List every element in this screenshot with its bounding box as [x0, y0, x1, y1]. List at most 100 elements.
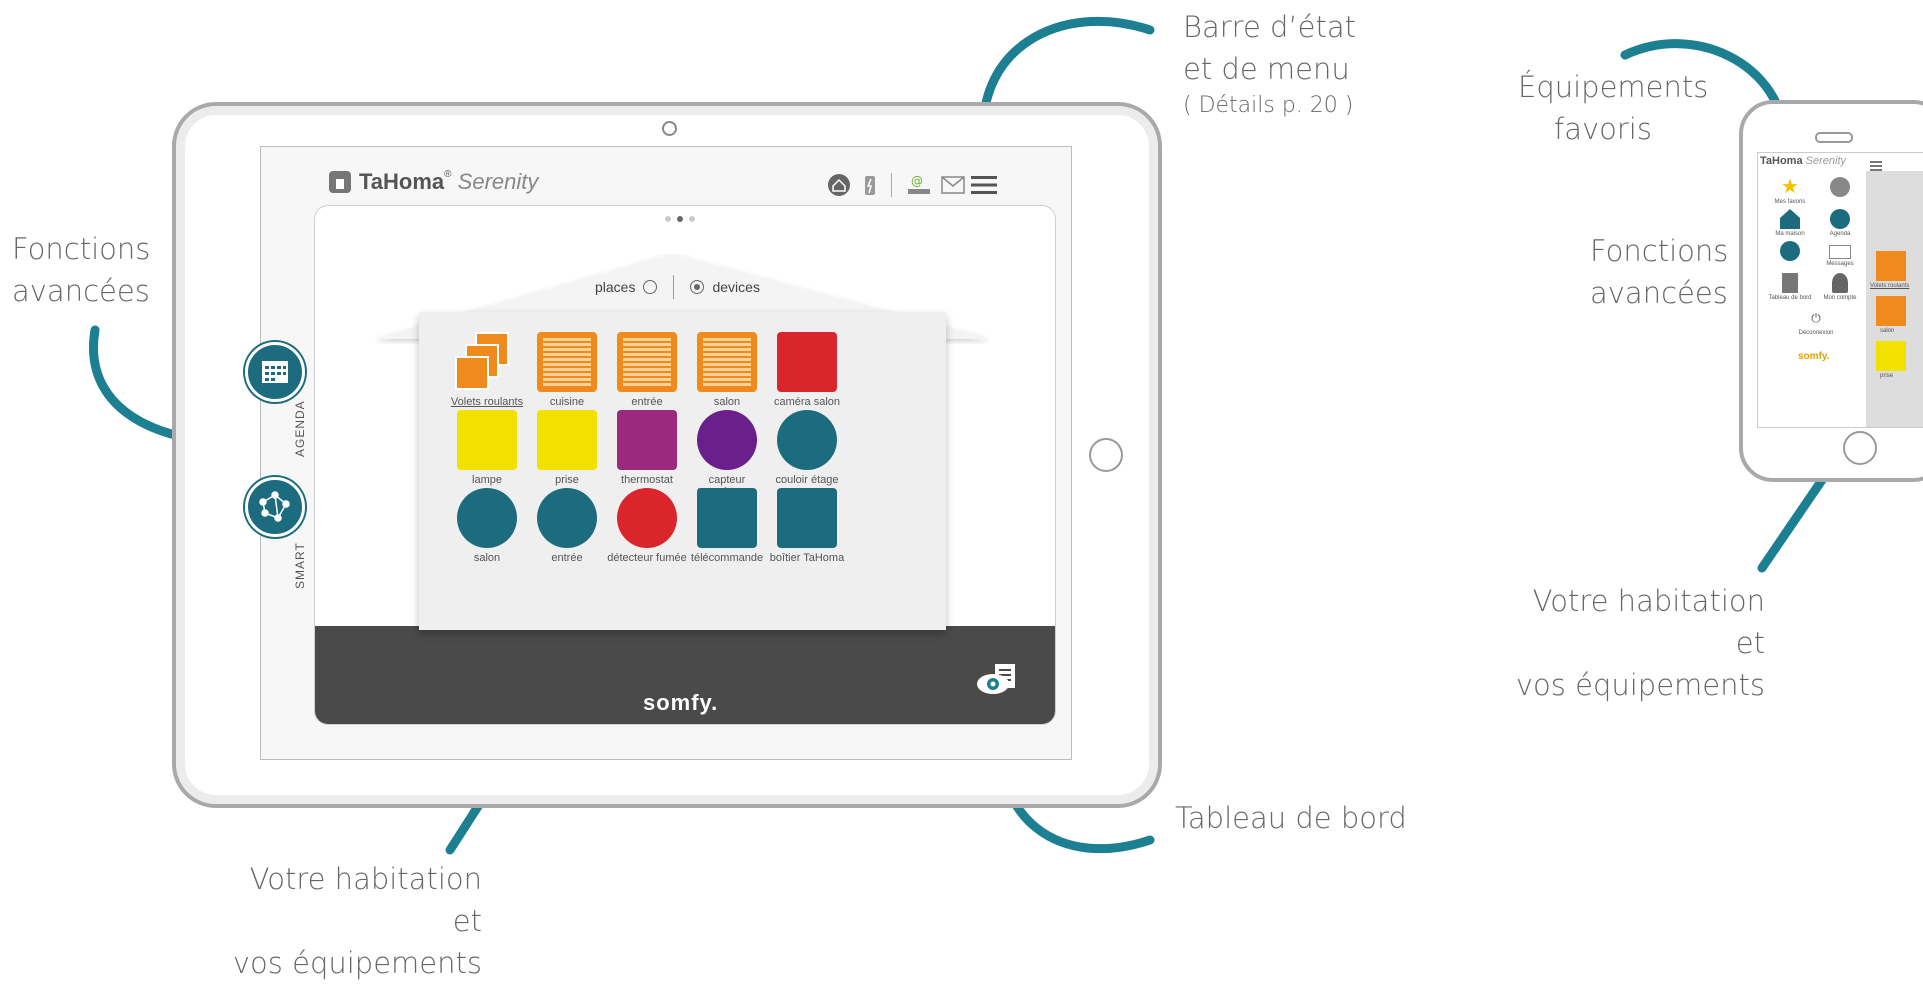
phone-menu-agenda-label: Agenda: [1829, 231, 1851, 237]
temperature-sensor-icon: [697, 410, 757, 470]
user-icon: [1832, 273, 1848, 293]
phone-menu-tableau-label: Tableau de bord: [1768, 295, 1812, 301]
phone-menu-tableau[interactable]: Tableau de bord: [1762, 273, 1818, 301]
phone-home-button[interactable]: [1843, 431, 1877, 465]
phone-speaker: [1815, 132, 1853, 143]
callout-fonctions-left-line2: avancées: [12, 274, 150, 309]
tablet-frame: TaHoma® Serenity @ somfy. places devices…: [172, 102, 1162, 808]
dashboard-icon: [1782, 273, 1798, 293]
phone-header: TaHoma Serenity: [1760, 155, 1846, 167]
shutter-icon: [697, 332, 757, 392]
envelope-icon: [1829, 245, 1851, 259]
phone-somfy-logo: somfy.: [1798, 351, 1830, 362]
callout-votre-bottom-line2: vos équipements: [232, 946, 482, 981]
menu-icon[interactable]: [971, 173, 997, 197]
phone-menu-favoris-label: Mes favoris: [1774, 199, 1806, 205]
callout-barre-line2: et de menu: [1183, 52, 1350, 87]
brand-suffix: ®: [444, 169, 452, 180]
light-sensor-icon: [777, 410, 837, 470]
phone-menu-smart[interactable]: [1762, 241, 1818, 263]
callout-equipements-line2: favoris: [1554, 112, 1652, 147]
device-label: boîtier TaHoma: [769, 552, 845, 564]
phone-side-label: salon: [1880, 328, 1895, 334]
alarm-icon: [1830, 177, 1850, 197]
lamp-icon: [457, 410, 517, 470]
battery-icon[interactable]: [863, 173, 877, 197]
footer-bar: somfy.: [315, 626, 1055, 724]
house-devices-panel: places devices Volets roulants cuisine ent…: [419, 275, 946, 630]
phone-side-tile[interactable]: [1876, 296, 1906, 326]
smart-icon: [1780, 241, 1800, 261]
phone-side-tile[interactable]: [1876, 341, 1906, 371]
phone-menu-messages[interactable]: Messages: [1812, 241, 1868, 267]
remote-icon: [697, 488, 757, 548]
callout-tableau-de-bord: Tableau de bord: [1175, 801, 1407, 835]
phone-side-area: Volets roulants salon prise: [1866, 171, 1923, 427]
callout-barre-details: ( Détails p. 20 ): [1183, 93, 1354, 119]
phone-menu-compte[interactable]: Mon compte: [1812, 273, 1868, 301]
toggle-devices-label: devices: [712, 279, 760, 295]
power-icon: ⏻: [1811, 311, 1821, 325]
page-dot-active[interactable]: [677, 216, 683, 222]
agenda-button[interactable]: [245, 342, 305, 402]
agenda-label: AGENDA: [293, 400, 307, 457]
agenda-icon: [1830, 209, 1850, 229]
phone-menu-messages-label: Messages: [1826, 261, 1854, 267]
page-indicator: [665, 216, 695, 222]
phone-side-label: prise: [1880, 373, 1894, 379]
tahoma-box-icon: [777, 488, 837, 548]
callout-fonctions-left-line1: Fonctions: [12, 232, 151, 266]
phone-menu-maison[interactable]: Ma maison: [1762, 209, 1818, 237]
tablet-screen: TaHoma® Serenity @ somfy. places devices…: [245, 146, 1072, 760]
star-icon: ★: [1781, 176, 1799, 198]
svg-text:@: @: [911, 174, 923, 188]
camera-icon: [662, 121, 677, 136]
camera-icon: [777, 332, 837, 392]
account-at-icon[interactable]: @: [906, 173, 932, 197]
phone-menu-compte-label: Mon compte: [1823, 295, 1857, 301]
places-radio[interactable]: [643, 280, 658, 294]
device-tile[interactable]: couloir étage: [759, 410, 855, 486]
somfy-logo: somfy.: [643, 690, 719, 715]
callout-barre-line1: Barre d’état: [1183, 10, 1357, 44]
callout-votre-habitation-right: Votre habitation et vos équipements: [1515, 580, 1765, 706]
callout-equipements-favoris: Équipements favoris: [1518, 66, 1708, 150]
plug-icon: [537, 410, 597, 470]
page-dot[interactable]: [689, 216, 695, 222]
messages-icon[interactable]: [941, 173, 965, 197]
dashboard-eye-icon[interactable]: [977, 664, 1019, 703]
page-dot[interactable]: [665, 216, 671, 222]
device-label: couloir étage: [775, 474, 839, 486]
phone-menu-favoris[interactable]: ★ Mes favoris: [1762, 177, 1818, 205]
light-sensor-icon: [457, 488, 517, 548]
smart-button[interactable]: [245, 477, 305, 537]
phone-menu-deconnexion[interactable]: ⏻ Déconnexion: [1788, 308, 1844, 336]
callout-fonctions-right: Fonctions avancées: [1590, 230, 1728, 314]
smoke-detector-icon: [617, 488, 677, 548]
main-panel: somfy. places devices Volets roulants cu…: [314, 205, 1056, 725]
device-tile[interactable]: boîtier TaHoma: [759, 488, 855, 564]
device-label: caméra salon: [773, 396, 841, 408]
shutters-group-icon: [455, 332, 517, 392]
phone-side-tile[interactable]: [1876, 251, 1906, 281]
callout-votre-right-line2: vos équipements: [1515, 668, 1765, 703]
shutter-icon: [537, 332, 597, 392]
callout-fonctions-left: Fonctions avancées: [12, 228, 151, 312]
alarm-status-icon[interactable]: [827, 173, 851, 197]
home-button[interactable]: [1089, 438, 1123, 472]
tahoma-logo: TaHoma® Serenity: [329, 169, 538, 195]
phone-menu-deconnexion-label: Déconnexion: [1798, 330, 1834, 336]
house-logo-icon: [329, 171, 351, 193]
device-tile[interactable]: caméra salon: [759, 332, 855, 408]
callout-barre-menu: Barre d’état et de menu ( Détails p. 20 …: [1183, 6, 1356, 122]
door-sensor-icon: [537, 488, 597, 548]
phone-menu-alarm[interactable]: [1812, 177, 1868, 199]
phone-menu-agenda[interactable]: Agenda: [1812, 209, 1868, 237]
devices-radio[interactable]: [690, 280, 705, 294]
phone-frame: TaHoma Serenity Volets roulants salon pr…: [1739, 100, 1923, 482]
smart-label: SMART: [293, 542, 307, 589]
divider: [891, 173, 892, 197]
brand-sub: Serenity: [457, 169, 539, 194]
phone-brand-sub: Serenity: [1805, 155, 1847, 167]
view-toggle: places devices: [595, 275, 760, 299]
